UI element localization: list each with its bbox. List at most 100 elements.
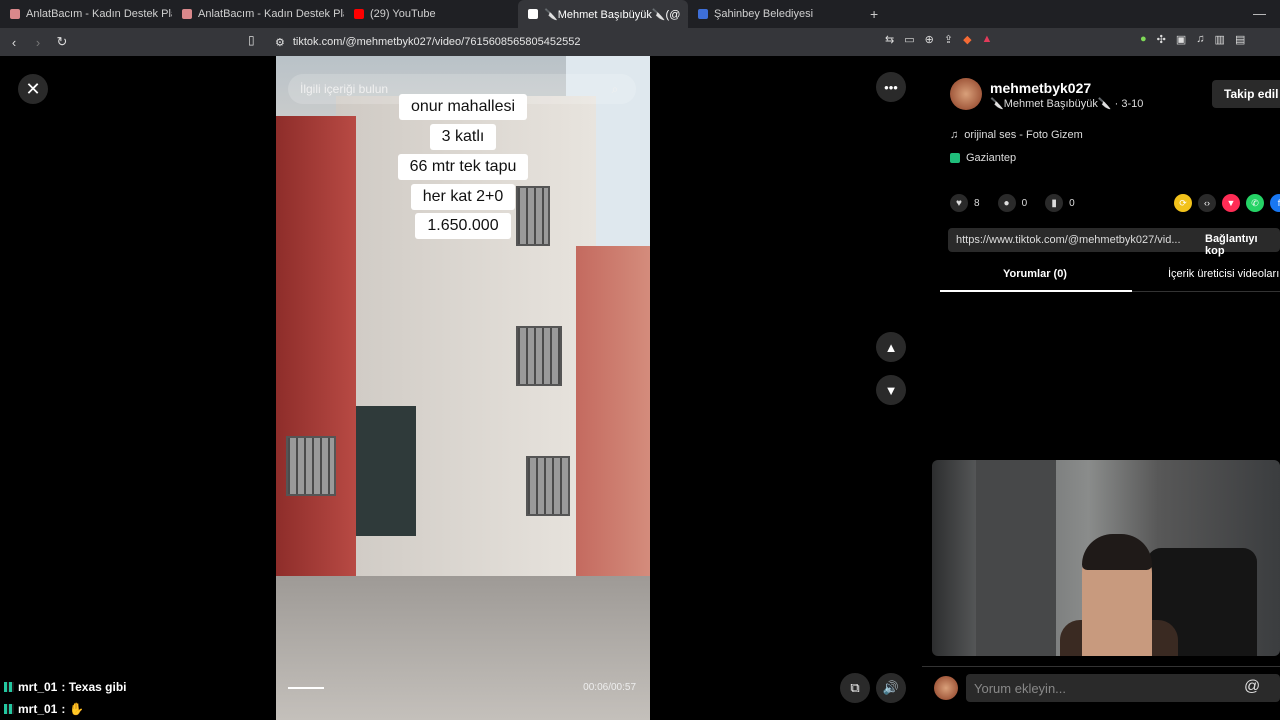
mention-button[interactable]: @: [1244, 678, 1260, 696]
save-stat[interactable]: ▮ 0: [1045, 194, 1075, 212]
location-name: Gaziantep: [966, 152, 1017, 164]
tab-creator-videos[interactable]: İçerik üreticisi videoları: [1168, 268, 1279, 280]
site-favicon-icon: [698, 9, 708, 19]
facebook-icon[interactable]: f: [1270, 194, 1280, 212]
location-pin-icon: [950, 153, 960, 163]
chat-user: mrt_01: [18, 702, 58, 716]
comment-stat[interactable]: ● 0: [997, 194, 1028, 212]
avatar[interactable]: [950, 78, 982, 110]
caption-text: her kat 2+0: [410, 184, 516, 210]
window: [526, 456, 570, 516]
back-icon[interactable]: ‹: [4, 35, 24, 50]
site-favicon-icon: [10, 9, 20, 19]
caption-line: 1.650.000: [276, 213, 650, 239]
video-progress-bar[interactable]: [288, 687, 324, 689]
tab-title: 🔪Mehmet Başıbüyük🔪(@: [544, 8, 681, 21]
minimize-button[interactable]: —: [1253, 6, 1266, 21]
chat-text: : Texas gibi: [61, 680, 127, 694]
volume-icon: 🔊: [882, 680, 900, 695]
repost-icon[interactable]: ⟳: [1174, 194, 1192, 212]
reload-icon[interactable]: ↻: [52, 34, 72, 50]
follow-button[interactable]: Takip edil: [1212, 80, 1280, 108]
forward-icon[interactable]: ›: [28, 35, 48, 50]
like-count: 8: [974, 197, 980, 209]
bookmark-icon[interactable]: ▯: [248, 33, 255, 47]
url-text: tiktok.com/@mehmetbyk027/video/761560856…: [292, 36, 581, 48]
brave-shield-icon[interactable]: ◆: [963, 33, 971, 46]
comment-count: 0: [1021, 197, 1028, 209]
send-icon[interactable]: ▼: [1222, 194, 1240, 212]
active-tab-indicator: [940, 290, 1132, 292]
location-row[interactable]: Gaziantep: [950, 152, 1016, 164]
webcam-overlay: [932, 460, 1280, 656]
cast-icon[interactable]: ▭: [904, 33, 914, 46]
previous-video-button[interactable]: ▲: [876, 332, 906, 362]
caption-line: her kat 2+0: [276, 184, 650, 210]
sound-row[interactable]: ♫ orijinal ses - Foto Gizem: [950, 129, 1083, 141]
browser-tab-active[interactable]: 🔪Mehmet Başıbüyük🔪(@ ✕: [518, 0, 688, 28]
address-bar-actions: ⇆ ▭ ⊕ ⇪ ◆ ▲: [885, 33, 992, 46]
tab-title: AnlatBacım - Kadın Destek Platformu: [198, 8, 344, 20]
extension-icon[interactable]: ●: [1140, 33, 1147, 46]
building: [576, 246, 650, 606]
pip-button[interactable]: ⧉: [840, 673, 870, 703]
chevron-down-icon: ▼: [884, 382, 898, 398]
tab-comments[interactable]: Yorumlar (0): [1003, 268, 1067, 280]
browser-tab[interactable]: AnlatBacım - Kadın Destek Platformu: [172, 0, 344, 28]
whatsapp-icon[interactable]: ✆: [1246, 194, 1264, 212]
caption-line: 3 katlı: [276, 124, 650, 150]
copy-link-button[interactable]: Bağlantıyı kop: [1205, 233, 1280, 257]
translate-icon[interactable]: ⇆: [885, 33, 894, 46]
chat-badge-icon: [4, 704, 14, 714]
sidebar-icon[interactable]: ▥: [1215, 33, 1225, 46]
chat-badge-icon: [4, 682, 14, 692]
like-stat[interactable]: ♥ 8: [950, 194, 980, 212]
video-player[interactable]: İlgili içeriği bulun ⌕ onur mahallesi 3 …: [276, 56, 650, 720]
doorway: [356, 406, 416, 536]
tiktok-favicon-icon: [528, 9, 538, 19]
new-tab-button[interactable]: +: [858, 6, 890, 22]
comment-input[interactable]: Yorum ekleyin...: [966, 674, 1280, 702]
rewards-icon[interactable]: ▲: [982, 33, 993, 46]
webcam-background: [976, 460, 1056, 656]
street: [276, 576, 650, 720]
chat-message: mrt_01 : ✋: [4, 702, 84, 716]
browser-tab[interactable]: Şahinbey Belediyesi: [688, 0, 858, 28]
tab-title: AnlatBacım - Kadın Destek Platformu: [26, 8, 172, 20]
caption-text: 66 mtr tek tapu: [397, 154, 529, 180]
more-options-button[interactable]: •••: [876, 72, 906, 102]
next-video-button[interactable]: ▼: [876, 375, 906, 405]
browser-tab-bar: AnlatBacım - Kadın Destek Platformu Anla…: [0, 0, 1280, 28]
zoom-icon[interactable]: ⊕: [925, 33, 934, 46]
pip-icon: ⧉: [850, 680, 860, 695]
panel-tabs: Yorumlar (0) İçerik üreticisi videoları: [940, 262, 1280, 292]
avatar: [934, 676, 958, 700]
share-buttons: ⟳ ‹› ▼ ✆ f: [1174, 194, 1280, 212]
site-favicon-icon: [182, 9, 192, 19]
site-info-icon[interactable]: ⚙: [275, 36, 285, 49]
wallet-icon[interactable]: ▣: [1176, 33, 1186, 46]
caption-text: 1.650.000: [415, 213, 511, 239]
close-button[interactable]: ✕: [18, 74, 48, 104]
chat-text: :: [61, 702, 66, 716]
heart-icon: ♥: [950, 194, 968, 212]
browser-tab[interactable]: (29) YouTube: [344, 0, 518, 28]
streamer-hair: [1082, 534, 1152, 570]
embed-icon[interactable]: ‹›: [1198, 194, 1216, 212]
display-name: 🔪Mehmet Başıbüyük🔪 · 3-10: [990, 98, 1144, 110]
caption-text: onur mahallesi: [398, 94, 528, 120]
comment-icon: ●: [997, 194, 1016, 212]
window: [516, 326, 562, 386]
browser-tab[interactable]: AnlatBacım - Kadın Destek Platformu: [0, 0, 172, 28]
window: [286, 436, 336, 496]
url-field[interactable]: ⚙ tiktok.com/@mehmetbyk027/video/7615608…: [275, 32, 580, 52]
save-count: 0: [1069, 197, 1075, 209]
tab-title: Şahinbey Belediyesi: [714, 8, 814, 20]
profile-icon[interactable]: ▤: [1235, 33, 1245, 46]
username[interactable]: mehmetbyk027: [990, 80, 1091, 96]
volume-button[interactable]: 🔊: [876, 673, 906, 703]
music-icon[interactable]: ♫: [1196, 33, 1204, 46]
puzzle-icon[interactable]: ✣: [1157, 33, 1166, 46]
share-icon[interactable]: ⇪: [944, 33, 953, 46]
emote-icon: ✋: [69, 702, 85, 716]
